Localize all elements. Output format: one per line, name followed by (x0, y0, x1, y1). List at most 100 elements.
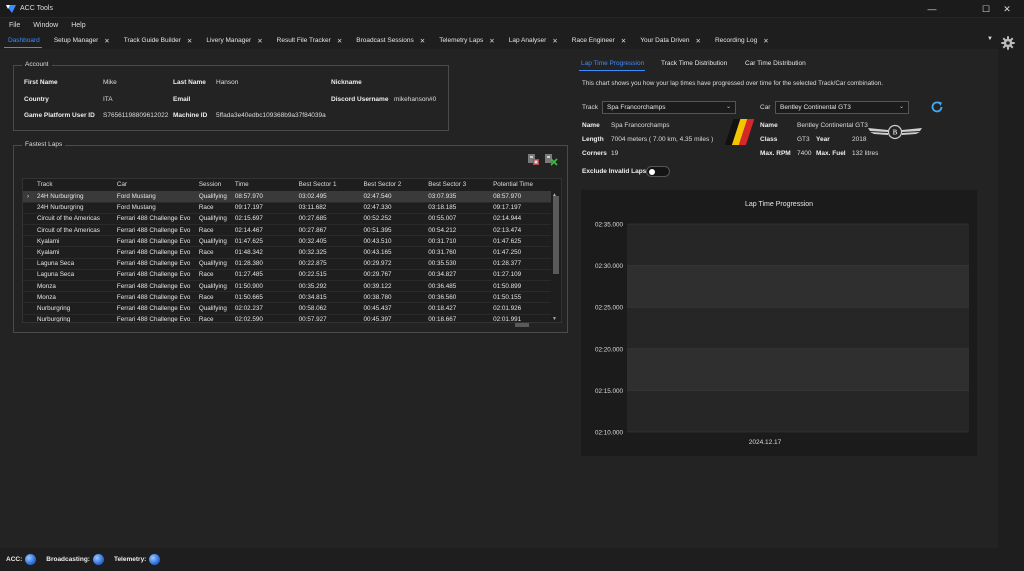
tab-result-file-tracker[interactable]: Result File Tracker ✕ (269, 33, 349, 48)
close-window-button[interactable]: ✕ (990, 0, 1024, 18)
tab-car-time-distribution[interactable]: Car Time Distribution (745, 60, 806, 67)
scrollbar-thumb[interactable] (553, 196, 559, 274)
column-header[interactable]: Best Sector 3 (424, 179, 490, 192)
refresh-icon[interactable] (930, 100, 944, 114)
close-tab-icon[interactable]: ✕ (489, 37, 494, 45)
delete-laps-icon[interactable] (544, 153, 558, 166)
menu-window[interactable]: Window (33, 22, 58, 29)
tab-dashboard[interactable]: Dashboard (0, 33, 46, 48)
track-select-value: Spa Francorchamps (607, 104, 666, 111)
table-row[interactable]: Monza Ferrari 488 Challenge Evo Qualifying… (23, 280, 551, 293)
track-corners-value: 19 (611, 150, 619, 157)
column-header[interactable]: Track (32, 179, 113, 192)
tab-lap-time-progression[interactable]: Lap Time Progression (581, 60, 644, 67)
tab-lap-analyser[interactable]: Lap Analyser ✕ (501, 33, 564, 48)
close-tab-icon[interactable]: ✕ (621, 37, 626, 45)
table-cell: 01:50.899 (489, 280, 551, 293)
chart-description: This chart shows you how your lap times … (582, 80, 883, 87)
table-row[interactable]: Circuit of the Americas Ferrari 488 Chall… (23, 213, 551, 226)
table-vertical-scrollbar[interactable]: ▲ ▼ (551, 192, 561, 322)
table-cell: 02:13.474 (489, 224, 551, 237)
belgium-flag-icon (724, 119, 755, 145)
discord-value: mikehanson#0 (394, 96, 437, 103)
table-cell: 00:29.972 (359, 258, 425, 270)
table-row[interactable]: Nurburgring Ferrari 488 Challenge Evo Race… (23, 314, 551, 322)
table-cell: 00:55.007 (424, 213, 490, 226)
table-row[interactable]: Laguna Seca Ferrari 488 Challenge Evo Race… (23, 269, 551, 282)
table-cell: Nurburgring (32, 302, 113, 315)
row-indicator (23, 291, 33, 304)
table-cell: Ferrari 488 Challenge Evo (112, 224, 195, 237)
table-row[interactable]: › 24H Nurburgring Ford Mustang Qualifying 08… (23, 191, 551, 203)
tab-setup-manager[interactable]: Setup Manager ✕ (46, 33, 116, 48)
table-row[interactable]: Kyalami Ferrari 488 Challenge Evo Race 01:4… (23, 246, 551, 259)
table-row[interactable]: Laguna Seca Ferrari 488 Challenge Evo Qual… (23, 258, 551, 270)
close-tab-icon[interactable]: ✕ (552, 37, 557, 45)
table-cell: 00:45.397 (359, 314, 425, 322)
lap-time-chart: Lap Time Progression 02:35.000 02:30.000 0… (595, 201, 969, 446)
tab-recording-log[interactable]: Recording Log ✕ (707, 33, 775, 48)
table-row[interactable]: Kyalami Ferrari 488 Challenge Evo Qualifyi… (23, 235, 551, 248)
close-tab-icon[interactable]: ✕ (187, 37, 192, 45)
column-header[interactable]: Session (194, 179, 231, 192)
table-cell: 02:14.467 (230, 224, 295, 237)
table-row[interactable]: 24H Nurburgring Ford Mustang Race 09:17.197… (23, 202, 551, 214)
table-cell: Nurburgring (32, 314, 113, 322)
gear-icon[interactable] (1001, 36, 1015, 50)
tab-livery-manager[interactable]: Livery Manager ✕ (198, 33, 268, 48)
table-cell: 00:57.927 (294, 314, 360, 322)
table-cell: 01:27.485 (230, 269, 295, 282)
close-tab-icon[interactable]: ✕ (420, 37, 425, 45)
table-cell: 03:11.682 (294, 202, 360, 214)
tab-telemetry-laps[interactable]: Telemetry Laps ✕ (431, 33, 501, 48)
exclude-invalid-toggle[interactable] (646, 166, 670, 177)
tab-broadcast-sessions[interactable]: Broadcast Sessions ✕ (348, 33, 431, 48)
table-cell: 01:50.155 (489, 291, 551, 304)
table-cell: Monza (32, 280, 113, 293)
tab-your-data-driven[interactable]: Your Data Driven ✕ (632, 33, 707, 48)
table-cell: 00:54.212 (424, 224, 490, 237)
table-cell: 00:38.780 (359, 291, 425, 304)
table-cell: Qualifying (194, 213, 231, 226)
row-indicator (23, 258, 33, 270)
table-cell: 03:02.495 (294, 191, 360, 203)
app-icon (6, 4, 16, 13)
column-header[interactable]: Potential Time (489, 179, 551, 192)
track-select[interactable]: Spa Francorchamps ⌄ (602, 101, 736, 114)
column-header[interactable]: Best Sector 1 (294, 179, 360, 192)
table-row[interactable]: Monza Ferrari 488 Challenge Evo Race 01:50.… (23, 291, 551, 304)
table-cell: 00:32.405 (294, 235, 360, 248)
column-header[interactable]: Time (230, 179, 295, 192)
tab-race-engineer[interactable]: Race Engineer ✕ (564, 33, 632, 48)
close-tab-icon[interactable]: ✕ (337, 37, 342, 45)
car-class-value: GT3 (797, 136, 810, 143)
exclude-invalid-label: Exclude Invalid Laps (582, 168, 647, 175)
column-header[interactable]: Car (112, 179, 195, 192)
table-horizontal-scrollbar[interactable] (515, 323, 529, 327)
y-tick-label: 02:30.000 (595, 263, 624, 270)
first-name-value: Mike (103, 79, 117, 86)
table-cell: Ferrari 488 Challenge Evo (112, 302, 195, 315)
close-tab-icon[interactable]: ✕ (257, 37, 262, 45)
tab-overflow-dropdown-icon[interactable]: ▼ (987, 36, 993, 42)
table-row[interactable]: Nurburgring Ferrari 488 Challenge Evo Qual… (23, 302, 551, 315)
table-cell: Race (194, 224, 231, 237)
close-tab-icon[interactable]: ✕ (104, 37, 109, 45)
close-tab-icon[interactable]: ✕ (695, 37, 700, 45)
minimize-button[interactable]: — (915, 0, 949, 18)
menu-help[interactable]: Help (71, 22, 85, 29)
fastest-laps-table: Track Car Session Time Best Sector 1 Best Sec… (22, 178, 562, 323)
table-cell: 02:15.697 (230, 213, 295, 226)
first-name-label: First Name (24, 79, 58, 86)
column-header[interactable]: Best Sector 2 (359, 179, 425, 192)
tab-track-guide-builder[interactable]: Track Guide Builder ✕ (116, 33, 199, 48)
y-tick-label: 02:10.000 (595, 430, 624, 437)
table-row[interactable]: Circuit of the Americas Ferrari 488 Chall… (23, 224, 551, 237)
tab-label: Result File Tracker (276, 37, 331, 44)
export-laps-icon[interactable] (527, 153, 540, 166)
menu-file[interactable]: File (9, 22, 20, 29)
car-select[interactable]: Bentley Continental GT3 ⌄ (775, 101, 909, 114)
tab-track-time-distribution[interactable]: Track Time Distribution (661, 60, 727, 67)
close-tab-icon[interactable]: ✕ (763, 37, 768, 45)
account-legend: Account (22, 61, 52, 68)
